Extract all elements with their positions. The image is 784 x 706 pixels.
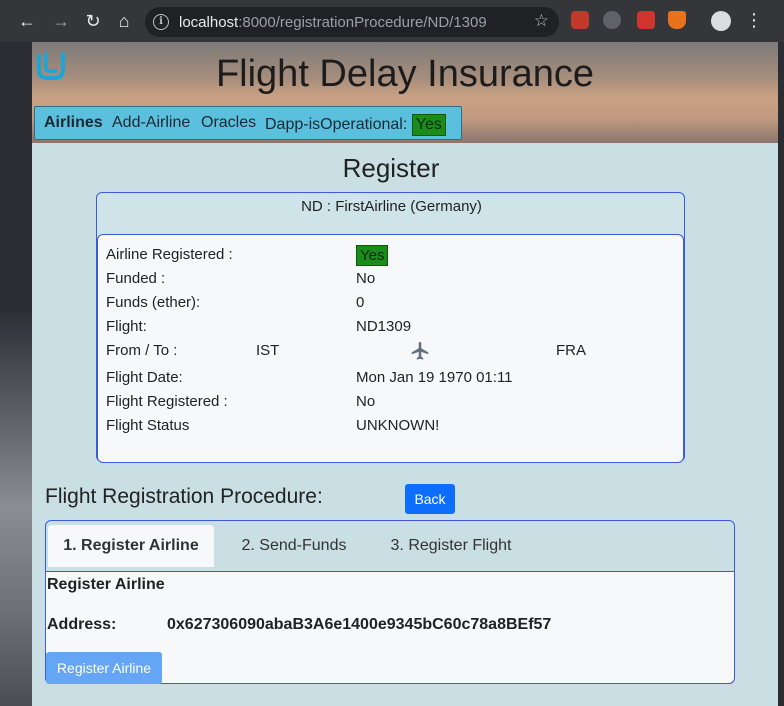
airline-registered-label: Airline Registered :	[106, 246, 233, 263]
airplane-icon	[411, 341, 429, 360]
nav-airlines[interactable]: Airlines	[44, 114, 103, 132]
address-value: 0x627306090abaB3A6e1400e9345bC60c78a8BEf…	[167, 616, 552, 633]
flight-label: Flight:	[106, 318, 147, 335]
metamask-fox-icon[interactable]	[668, 11, 686, 29]
nav-add-airline[interactable]: Add-Airline	[112, 114, 190, 132]
dapp-label: Dapp-isOperational:	[265, 116, 408, 133]
airline-card: ND : FirstAirline (Germany) Airline Regi…	[96, 192, 685, 463]
dapp-status-badge: Yes	[411, 114, 446, 136]
extension-bug-icon[interactable]	[571, 11, 589, 29]
nav-oracles[interactable]: Oracles	[201, 114, 256, 132]
tab-send-funds[interactable]: 2. Send-Funds	[224, 525, 364, 567]
page-title: Flight Delay Insurance	[215, 53, 595, 95]
procedure-heading: Flight Registration Procedure:	[45, 485, 323, 508]
bookmark-star-icon[interactable]: ☆	[534, 11, 549, 31]
flight-status-value: UNKNOWN!	[356, 417, 440, 434]
pane-heading: Register Airline	[47, 576, 165, 593]
home-icon[interactable]: ⌂	[111, 8, 137, 34]
funded-label: Funded :	[106, 270, 166, 287]
from-to-label: From / To :	[106, 342, 178, 359]
flight-value: ND1309	[356, 318, 412, 335]
nav-dapp-operational[interactable]: Dapp-isOperational: Yes	[265, 114, 446, 136]
procedure-tabs-card: 1. Register Airline 2. Send-Funds 3. Reg…	[45, 520, 735, 684]
airline-registered-badge: Yes	[356, 245, 389, 266]
flight-registered-value: No	[356, 393, 376, 410]
funded-value: No	[356, 270, 376, 287]
airline-details: Airline Registered : Yes Funded : No Fun…	[97, 234, 684, 463]
tab-register-airline[interactable]: 1. Register Airline	[48, 525, 214, 567]
url-host: localhost	[179, 14, 239, 31]
funds-label: Funds (ether):	[106, 294, 201, 311]
flight-date-label: Flight Date:	[106, 369, 183, 386]
browser-menu-icon[interactable]: ⋮	[745, 9, 763, 31]
extension-red-icon[interactable]	[637, 11, 655, 29]
url-path: :8000/registrationProcedure/ND/1309	[238, 14, 487, 31]
register-airline-button[interactable]: Register Airline	[46, 652, 162, 684]
register-heading: Register	[342, 153, 440, 183]
browser-toolbar: ← → ↻ ⌂ i localhost:8000/registrationPro…	[0, 0, 784, 42]
forward-arrow-icon[interactable]: →	[48, 8, 74, 34]
funds-value: 0	[356, 294, 365, 311]
address-bar[interactable]: i localhost:8000/registrationProcedure/N…	[145, 7, 559, 37]
url-text: localhost:8000/registrationProcedure/ND/…	[179, 14, 487, 31]
airline-registered-value: Yes	[356, 245, 389, 266]
address-label: Address:	[47, 616, 117, 633]
flight-date-value: Mon Jan 19 1970 01:11	[356, 369, 513, 386]
register-airline-pane: Register Airline Address: 0x627306090aba…	[46, 571, 734, 684]
flight-status-label: Flight Status	[106, 417, 190, 434]
extension-gauge-icon[interactable]	[603, 11, 621, 29]
main-nav: Airlines Add-Airline Oracles Dapp-isOper…	[34, 106, 462, 140]
page: Flight Delay Insurance Airlines Add-Airl…	[32, 42, 778, 706]
site-info-icon[interactable]: i	[153, 14, 169, 30]
profile-avatar[interactable]	[711, 11, 731, 31]
desktop-background-left	[0, 42, 32, 706]
reload-icon[interactable]: ↻	[80, 8, 106, 34]
back-arrow-icon[interactable]: ←	[14, 8, 40, 34]
airline-header: ND : FirstAirline (Germany)	[301, 198, 482, 215]
desktop-background-right	[778, 42, 784, 706]
to-value: FRA	[556, 342, 586, 359]
flight-registered-label: Flight Registered :	[106, 393, 228, 410]
back-button[interactable]: Back	[405, 484, 455, 514]
tab-register-flight[interactable]: 3. Register Flight	[376, 525, 526, 567]
from-value: IST	[256, 342, 280, 359]
hero-banner: Flight Delay Insurance Airlines Add-Airl…	[32, 42, 778, 143]
